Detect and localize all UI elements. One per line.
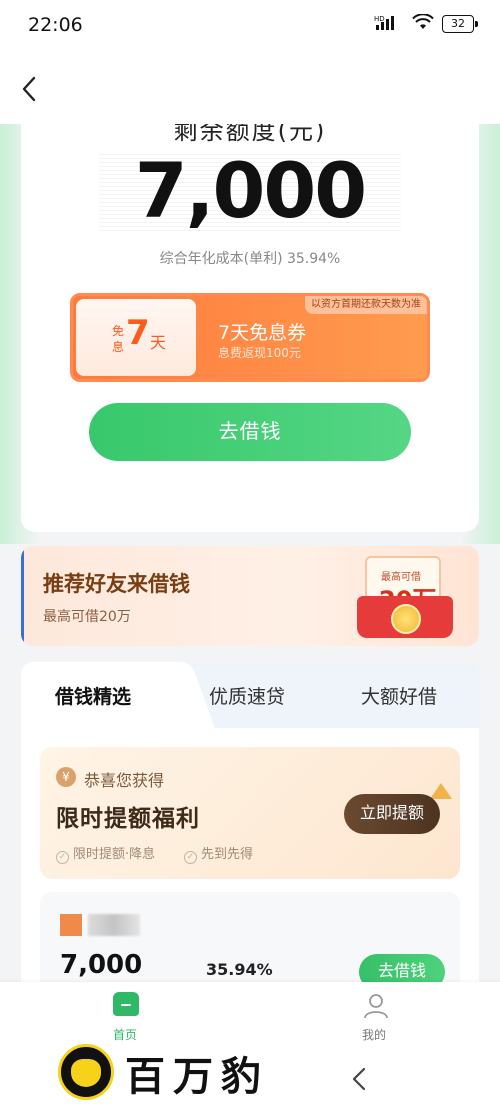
banner-edge bbox=[21, 546, 24, 646]
lender-logo bbox=[60, 914, 82, 936]
products-card: 借钱精选 优质速贷 大额好借 ¥ 恭喜您获得 限时提额福利 ✓ 限时提额·降息 ✓… bbox=[21, 662, 479, 992]
coupon-days-box: 免息 7 天 bbox=[76, 299, 196, 376]
coupon-subtitle: 息费返现100元 bbox=[218, 346, 301, 360]
tab-me-label: 我的 bbox=[362, 1028, 387, 1042]
user-icon bbox=[364, 994, 388, 1019]
leopard-logo-icon bbox=[58, 1044, 114, 1100]
hd-label: HD bbox=[374, 15, 385, 23]
battery-icon: 32 bbox=[442, 15, 478, 33]
loan-amount: 7,000 bbox=[60, 950, 143, 980]
red-envelope-icon: 最高可借 20万 bbox=[357, 552, 457, 640]
product-tabs: 借钱精选 优质速贷 大额好借 bbox=[21, 662, 479, 728]
increase-limit-button[interactable]: 立即提额 bbox=[344, 794, 440, 834]
promo-feature-1: ✓ 限时提额·降息 bbox=[56, 843, 155, 864]
quota-label: 剩余额度(元) bbox=[173, 124, 327, 145]
status-bar: 22:06 HD 32 bbox=[0, 0, 500, 50]
nav-bar bbox=[0, 50, 500, 124]
tab-featured[interactable]: 借钱精选 bbox=[55, 682, 131, 709]
system-back-icon[interactable] bbox=[348, 1066, 370, 1092]
home-icon bbox=[113, 992, 139, 1016]
referral-subtitle: 最高可借20万 bbox=[43, 609, 131, 625]
interest-free-coupon[interactable]: 免息 7 天 以资方首期还款天数为准 7天免息券 息费返现100元 bbox=[70, 293, 430, 382]
promo-kicker: 恭喜您获得 bbox=[84, 771, 165, 790]
app-screen: 22:06 HD 32 剩余额度(元) 7,000 综合年化成本(单利) 35.… bbox=[0, 0, 500, 1111]
status-time: 22:06 bbox=[28, 14, 83, 36]
promo-feature-2: ✓ 先到先得 bbox=[184, 843, 253, 864]
tab-large-loan[interactable]: 大额好借 bbox=[361, 682, 437, 709]
leopard-face bbox=[71, 1059, 101, 1087]
loan-product-item[interactable]: 7,000 35.94% 去借钱 bbox=[40, 892, 460, 992]
back-button[interactable] bbox=[14, 74, 44, 104]
referral-banner[interactable]: 推荐好友来借钱 最高可借20万 最高可借 20万 bbox=[21, 546, 479, 646]
lender-name-blurred bbox=[88, 914, 140, 936]
wifi-icon bbox=[412, 13, 434, 34]
coupon-days-unit: 天 bbox=[150, 333, 167, 352]
yuan-icon: ¥ bbox=[56, 767, 76, 787]
promo-title: 限时提额福利 bbox=[56, 806, 200, 832]
apr-text: 综合年化成本(单利) 35.94% bbox=[159, 251, 341, 267]
tab-quick-loan[interactable]: 优质速贷 bbox=[209, 682, 285, 709]
coin-icon bbox=[391, 604, 421, 634]
watermark-brand: 百万豹 bbox=[125, 1053, 269, 1100]
status-icons: HD 32 bbox=[374, 13, 478, 34]
coupon-tag: 以资方首期还款天数为准 bbox=[305, 296, 427, 314]
check-icon: ✓ bbox=[56, 851, 69, 864]
coupon-title: 7天免息券 bbox=[218, 322, 307, 344]
chevron-left-icon bbox=[22, 76, 36, 102]
coupon-days-number: 7 bbox=[126, 313, 150, 353]
tab-home-label: 首页 bbox=[113, 1028, 138, 1042]
borrow-button[interactable]: 去借钱 bbox=[89, 403, 411, 461]
quota-card: 剩余额度(元) 7,000 综合年化成本(单利) 35.94% 免息 7 天 以… bbox=[21, 124, 479, 532]
arrow-up-icon bbox=[430, 783, 452, 799]
loan-rate: 35.94% bbox=[206, 960, 273, 979]
quota-amount: 7,000 bbox=[134, 146, 367, 235]
coupon-mian-label: 免息 bbox=[112, 324, 125, 354]
check-icon: ✓ bbox=[184, 851, 197, 864]
signal-icon: HD bbox=[374, 14, 404, 34]
referral-title: 推荐好友来借钱 bbox=[43, 572, 190, 596]
limit-increase-promo[interactable]: ¥ 恭喜您获得 限时提额福利 ✓ 限时提额·降息 ✓ 先到先得 立即提额 bbox=[40, 747, 460, 879]
